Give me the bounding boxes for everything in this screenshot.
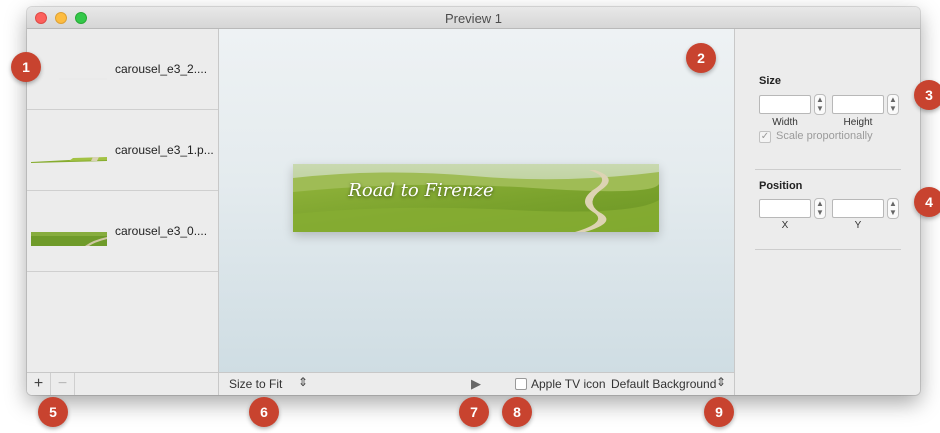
list-item-label: carousel_e3_0.... <box>115 224 208 238</box>
image-list-sidebar: carousel_e3_2.... carousel_e3_1.p... car… <box>27 29 219 395</box>
callout-badge: 9 <box>704 397 734 427</box>
chevron-updown-icon: ⇕ <box>716 375 727 389</box>
height-stepper[interactable]: ▲ ▼ <box>887 94 899 115</box>
x-field[interactable] <box>759 199 811 218</box>
width-field[interactable] <box>759 95 811 114</box>
callout-badge: 4 <box>914 187 940 217</box>
callout-badge: 2 <box>686 43 716 73</box>
preview-window: Preview 1 carousel_e3_2.... carousel_e3_… <box>27 7 920 395</box>
size-section-title: Size <box>759 75 782 87</box>
list-item[interactable]: carousel_e3_0.... <box>27 191 218 272</box>
banner-title: Road to Firenze <box>348 180 494 201</box>
callout-badge: 3 <box>914 80 940 110</box>
preview-toolbar: Size to Fit ⇕ ▶ Apple TV icon Default Ba… <box>219 372 734 395</box>
width-caption: Width <box>772 117 798 128</box>
list-item[interactable]: carousel_e3_1.p... <box>27 110 218 191</box>
height-caption: Height <box>843 117 873 128</box>
chevron-updown-icon: ⇕ <box>298 375 309 389</box>
apple-tv-icon-label: Apple TV icon <box>531 377 606 391</box>
callout-badge: 7 <box>459 397 489 427</box>
callout-badge: 5 <box>38 397 68 427</box>
size-mode-popup[interactable]: Size to Fit <box>229 377 282 391</box>
add-image-button[interactable]: + <box>27 373 51 395</box>
image-thumbnail <box>31 232 107 246</box>
remove-image-button[interactable]: − <box>51 373 75 395</box>
play-button[interactable]: ▶ <box>471 376 481 392</box>
height-field[interactable] <box>832 95 884 114</box>
list-item-label: carousel_e3_1.p... <box>115 143 214 157</box>
x-stepper[interactable]: ▲ ▼ <box>814 198 826 219</box>
preview-canvas: Road to Firenze <box>219 29 734 372</box>
divider <box>755 169 901 170</box>
y-caption: Y <box>854 220 862 231</box>
apple-tv-icon-checkbox[interactable] <box>515 378 527 390</box>
width-stepper[interactable]: ▲ ▼ <box>814 94 826 115</box>
y-field[interactable] <box>832 199 884 218</box>
image-thumbnail <box>59 78 107 80</box>
scale-proportionally-checkbox[interactable]: ✓ <box>759 131 771 143</box>
window-title: Preview 1 <box>444 11 503 26</box>
sidebar-footer: + − <box>27 372 218 395</box>
background-popup[interactable]: Default Background <box>611 377 716 391</box>
callout-badge: 1 <box>11 52 41 82</box>
banner-image[interactable]: Road to Firenze <box>293 164 659 232</box>
callout-badge: 6 <box>249 397 279 427</box>
inspector-panel: Size ▲ ▼ ▲ ▼ Width Height ✓ Scale proporti… <box>734 29 920 395</box>
position-section-title: Position <box>759 180 803 192</box>
scale-proportionally-label: Scale proportionally <box>776 130 873 142</box>
image-thumbnail <box>31 157 107 163</box>
callout-badge: 8 <box>502 397 532 427</box>
divider <box>755 249 901 250</box>
list-item-label: carousel_e3_2.... <box>115 62 208 76</box>
y-stepper[interactable]: ▲ ▼ <box>887 198 899 219</box>
x-caption: X <box>781 220 789 231</box>
list-item[interactable]: carousel_e3_2.... <box>27 29 218 110</box>
title-bar: Preview 1 <box>27 7 920 29</box>
